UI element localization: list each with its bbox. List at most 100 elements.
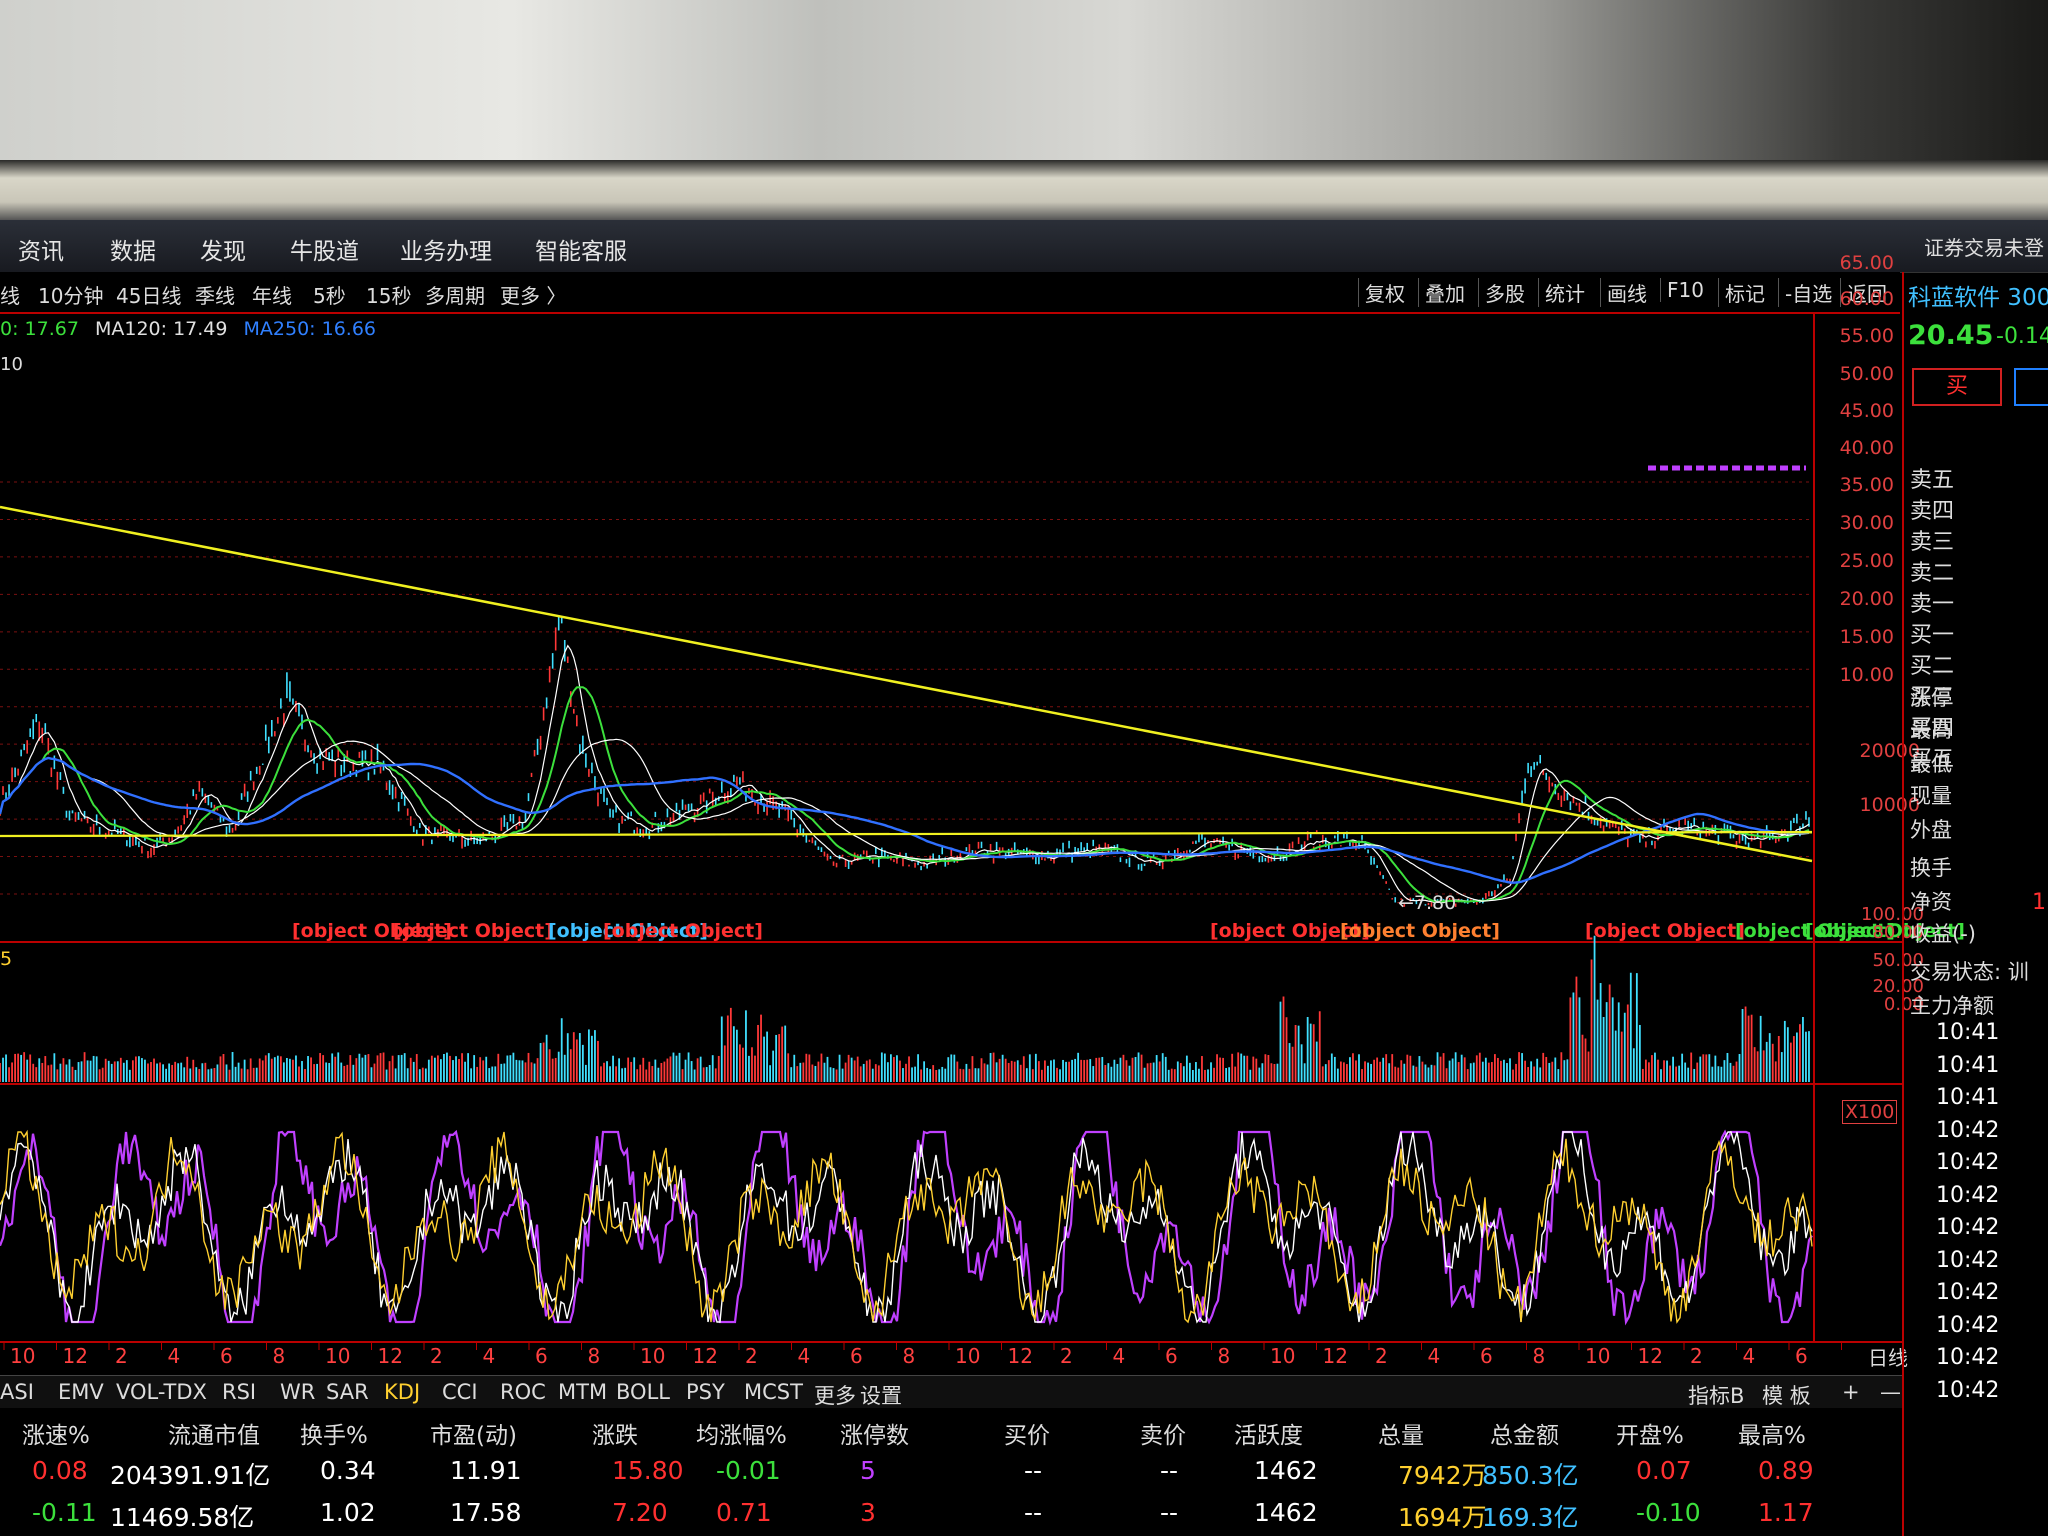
indicator-tab[interactable]: MTM — [558, 1380, 607, 1404]
indicator-tab[interactable]: PSY — [686, 1380, 725, 1404]
menu-smart-service[interactable]: 智能客服 — [535, 232, 627, 266]
indicator-tool[interactable]: + — [1842, 1380, 1860, 1404]
date-tick: 2 — [115, 1344, 128, 1368]
event-marker[interactable]: [object Object] — [393, 920, 553, 942]
table-cell: -0.01 — [716, 1456, 781, 1485]
table-header[interactable]: 买价 — [1004, 1416, 1050, 1450]
period-multi[interactable]: 多周期 — [425, 280, 485, 309]
indicator-tab[interactable]: ASI — [0, 1380, 34, 1404]
tool-mark[interactable]: 标记 — [1718, 278, 1765, 307]
table-header[interactable]: 最高% — [1738, 1416, 1806, 1450]
period-bar: 线 10分钟 45日线 季线 年线 5秒 15秒 多周期 更多 〉 复权 叠加 … — [0, 272, 1900, 314]
trade-time: 10:42 — [1936, 1280, 2000, 1305]
indicator-tab[interactable]: ROC — [500, 1380, 546, 1404]
table-header[interactable]: 均涨幅% — [696, 1416, 787, 1450]
quote-stat: 换手 — [1910, 856, 1952, 880]
stock-name[interactable]: 科蓝软件 300 — [1908, 278, 2048, 312]
table-cell: 15.80 — [612, 1456, 684, 1485]
indicator-tab[interactable]: CCI — [442, 1380, 478, 1404]
tool-multi-stock[interactable]: 多股 — [1478, 278, 1525, 307]
table-header[interactable]: 市盈(动) — [430, 1416, 517, 1450]
period-more[interactable]: 更多 〉 — [500, 280, 566, 309]
outer-volume-value: 1 — [2032, 890, 2046, 915]
tool-adjust[interactable]: 复权 — [1358, 278, 1405, 307]
indicator-tab[interactable]: VOL-TDX — [116, 1380, 207, 1404]
period-quarter[interactable]: 季线 — [195, 280, 235, 309]
indicator-tool[interactable]: — — [1880, 1380, 1901, 1404]
indicator-tool[interactable]: 模 板 — [1762, 1380, 1811, 1410]
menu-data[interactable]: 数据 — [110, 232, 156, 266]
order-book-level[interactable]: 买二 — [1910, 648, 1954, 680]
trade-time: 10:41 — [1936, 1052, 2000, 1078]
table-header[interactable]: 涨速% — [22, 1416, 90, 1450]
table-header[interactable]: 卖价 — [1140, 1416, 1186, 1450]
date-tick: 4 — [482, 1344, 496, 1368]
indicator-tab[interactable]: 设置 — [860, 1380, 902, 1410]
tool-watchlist[interactable]: -自选 — [1778, 278, 1832, 307]
order-book-level[interactable]: 卖四 — [1910, 493, 1954, 525]
tool-draw[interactable]: 画线 — [1600, 278, 1647, 307]
trade-time: 10:42 — [1936, 1377, 2000, 1403]
table-header[interactable]: 活跃度 — [1234, 1416, 1303, 1450]
indicator-tab[interactable]: MCST — [744, 1380, 803, 1404]
table-header[interactable]: 总金额 — [1490, 1416, 1559, 1450]
table-header[interactable]: 涨停数 — [840, 1416, 909, 1450]
table-cell: 0.89 — [1758, 1456, 1814, 1485]
order-book-level[interactable]: 卖三 — [1910, 524, 1954, 556]
indicator-tab[interactable]: KDJ — [384, 1380, 420, 1404]
date-tick: 8 — [587, 1344, 601, 1368]
menu-discover[interactable]: 发现 — [200, 232, 246, 266]
date-tick: 6 — [1795, 1344, 1808, 1368]
order-book-level[interactable]: 卖二 — [1910, 555, 1954, 587]
table-header[interactable]: 流通市值 — [168, 1416, 260, 1450]
table-cell: 7.20 — [612, 1498, 668, 1527]
sell-button[interactable] — [2014, 368, 2048, 406]
table-cell: 11469.58亿 — [110, 1503, 255, 1532]
date-tick: 4 — [1427, 1344, 1441, 1368]
monitor-bezel — [0, 160, 2048, 220]
indicator-tab[interactable]: RSI — [222, 1380, 256, 1404]
indicator-tool[interactable]: 指标B — [1688, 1380, 1744, 1410]
table-header[interactable]: 换手% — [300, 1416, 368, 1450]
date-tick: 10 — [640, 1344, 666, 1368]
indicator-tab[interactable]: BOLL — [616, 1380, 670, 1404]
tool-f10[interactable]: F10 — [1660, 278, 1704, 302]
kline-chart-area[interactable] — [0, 312, 1902, 1374]
buy-button[interactable]: 买 — [1912, 368, 2002, 406]
quote-panel: 科蓝软件 300 20.45 -0.14 买 卖五 卖四 卖三 卖二 卖一 买一 买二 买三买… — [1902, 272, 2048, 1536]
table-header[interactable]: 涨跌 — [592, 1416, 638, 1450]
price-axis-label: 65.00 — [1839, 252, 1894, 274]
tool-overlay[interactable]: 叠加 — [1418, 278, 1465, 307]
period-10min[interactable]: 10分钟 — [38, 280, 103, 309]
order-book-level[interactable]: 卖五 — [1910, 462, 1954, 494]
indicator-tab[interactable]: WR — [280, 1380, 315, 1404]
order-book-level[interactable]: 买一 — [1910, 617, 1954, 649]
indicator-tab[interactable]: EMV — [58, 1380, 104, 1404]
date-tick: 4 — [167, 1344, 181, 1368]
period-45day[interactable]: 45日线 — [116, 280, 181, 309]
table-cell: -- — [1024, 1456, 1043, 1485]
table-header[interactable]: 开盘% — [1616, 1416, 1684, 1450]
period-5sec[interactable]: 5秒 — [313, 280, 346, 309]
quote-stat: 交易状态: 训 — [1910, 960, 2029, 984]
period-year[interactable]: 年线 — [252, 280, 292, 309]
menu-bull-stock[interactable]: 牛股道 — [290, 232, 359, 266]
indicator-tab[interactable]: 更多 — [814, 1380, 856, 1410]
price-axis-label: 60.00 — [1839, 288, 1894, 310]
volume-unit: X100 — [1842, 1100, 1898, 1124]
menu-business[interactable]: 业务办理 — [400, 232, 492, 266]
table-header[interactable]: 总量 — [1378, 1416, 1424, 1450]
kdj-line — [0, 1131, 1813, 1324]
event-marker[interactable]: [object Object] — [603, 920, 763, 942]
tool-stats[interactable]: 统计 — [1538, 278, 1585, 307]
period-line[interactable]: 线 — [0, 280, 20, 309]
date-tick: 8 — [272, 1344, 286, 1368]
menu-news[interactable]: 资讯 — [18, 232, 64, 266]
event-marker[interactable]: [object Object] — [1340, 920, 1500, 942]
indicator-tab[interactable]: SAR — [326, 1380, 369, 1404]
event-marker[interactable]: [object Object] — [1585, 920, 1745, 942]
date-tick: 2 — [1690, 1344, 1703, 1368]
kdj-line — [0, 1129, 1813, 1324]
order-book-level[interactable]: 卖一 — [1910, 586, 1954, 618]
period-15sec[interactable]: 15秒 — [366, 280, 411, 309]
